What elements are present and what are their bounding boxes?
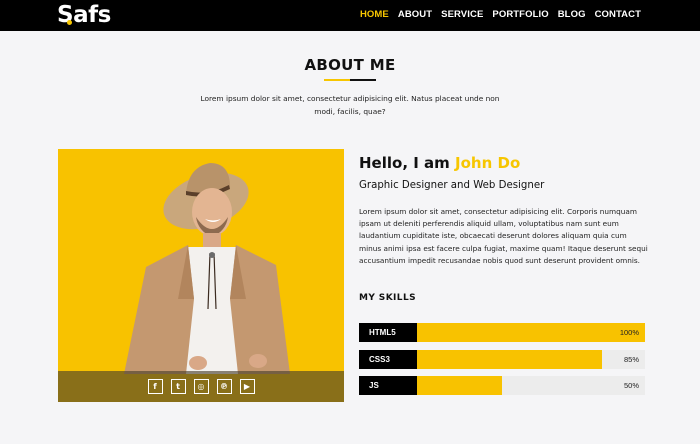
- person-illustration: [124, 163, 290, 374]
- pinterest-icon[interactable]: ℗: [216, 379, 232, 394]
- nav-link-about[interactable]: ABOUT: [398, 9, 432, 21]
- section-title: ABOUT ME: [304, 56, 396, 74]
- skill-bar-css3: CSS3 85%: [359, 350, 645, 369]
- nav-menu: HOME ABOUT SERVICE PORTFOLIO BLOG CONTAC…: [360, 9, 641, 21]
- section-intro: Lorem ipsum dolor sit amet, consectetur …: [200, 94, 500, 116]
- twitter-icon[interactable]: t: [170, 379, 186, 394]
- social-links-bar: f t ◎ ℗ ▶: [58, 371, 344, 402]
- logo-accent-dot: [67, 20, 72, 25]
- skills-title: MY SKILLS: [359, 293, 416, 303]
- nav-link-blog[interactable]: BLOG: [558, 9, 586, 21]
- nav-link-contact[interactable]: CONTACT: [595, 9, 641, 21]
- youtube-icon[interactable]: ▶: [239, 379, 255, 394]
- skill-label: CSS3: [359, 350, 417, 369]
- nav-link-home[interactable]: HOME: [360, 9, 389, 21]
- skill-label: JS: [359, 376, 417, 395]
- nav-link-portfolio[interactable]: PORTFOLIO: [492, 9, 548, 21]
- navbar: Safs HOME ABOUT SERVICE PORTFOLIO BLOG C…: [0, 0, 700, 31]
- skill-label: HTML5: [359, 323, 417, 342]
- profile-bio: Lorem ipsum dolor sit amet, consectetur …: [359, 207, 648, 265]
- nav-link-service[interactable]: SERVICE: [441, 9, 483, 21]
- instagram-icon[interactable]: ◎: [193, 379, 209, 394]
- profile-role: Graphic Designer and Web Designer: [359, 180, 545, 191]
- title-underline: [324, 79, 376, 81]
- skill-percent: 100%: [619, 328, 639, 337]
- skill-percent: 50%: [623, 381, 639, 390]
- title-underline-accent: [324, 79, 350, 81]
- profile-heading: Hello, I am John Do: [359, 154, 520, 172]
- skill-bar-html5: HTML5 100%: [359, 323, 645, 342]
- profile-name: John Do: [455, 154, 521, 172]
- skill-percent: 85%: [623, 355, 639, 364]
- logo[interactable]: Safs: [57, 2, 111, 28]
- facebook-icon[interactable]: f: [147, 379, 163, 394]
- greeting-text: Hello, I am: [359, 154, 450, 172]
- skill-bar-js: JS 50%: [359, 376, 645, 395]
- profile-photo: f t ◎ ℗ ▶: [58, 149, 344, 402]
